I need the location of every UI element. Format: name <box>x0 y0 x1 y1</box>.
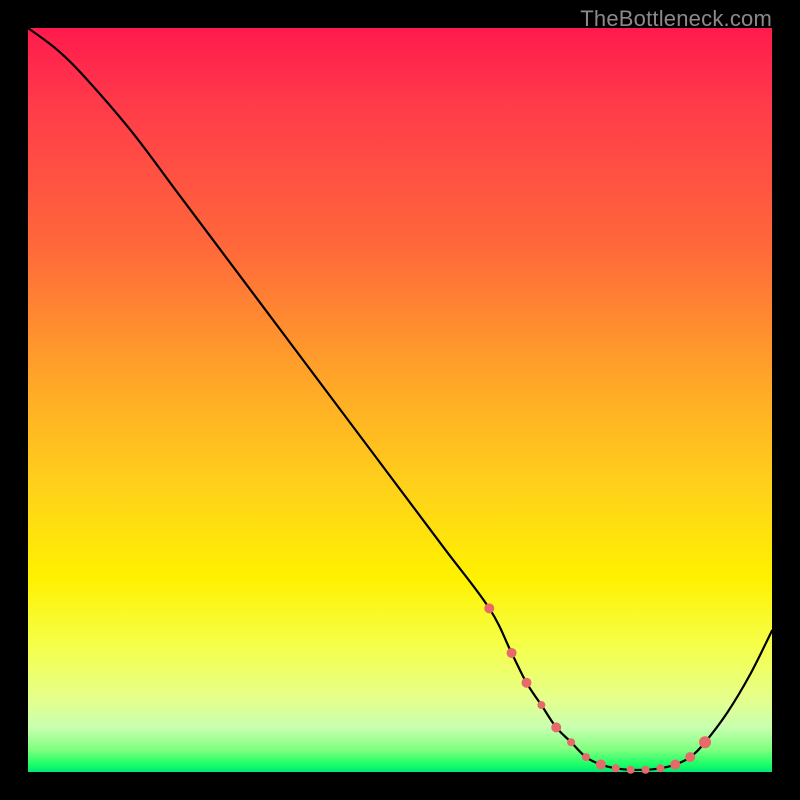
marker-point <box>521 678 531 688</box>
bottleneck-curve <box>28 28 772 770</box>
marker-point <box>699 736 711 748</box>
marker-point <box>537 701 545 709</box>
bottleneck-curve-svg <box>28 28 772 772</box>
marker-point <box>582 753 590 761</box>
marker-point <box>484 603 494 613</box>
marker-point <box>612 764 620 772</box>
marker-point <box>642 766 650 774</box>
marker-point <box>656 764 664 772</box>
marker-point <box>685 752 695 762</box>
marker-point <box>551 722 561 732</box>
marker-point <box>567 738 575 746</box>
chart-frame: TheBottleneck.com <box>0 0 800 800</box>
marker-point <box>670 760 680 770</box>
plot-area <box>28 28 772 772</box>
marker-group <box>484 603 711 773</box>
marker-point <box>627 766 635 774</box>
marker-point <box>507 648 517 658</box>
marker-point <box>596 760 606 770</box>
